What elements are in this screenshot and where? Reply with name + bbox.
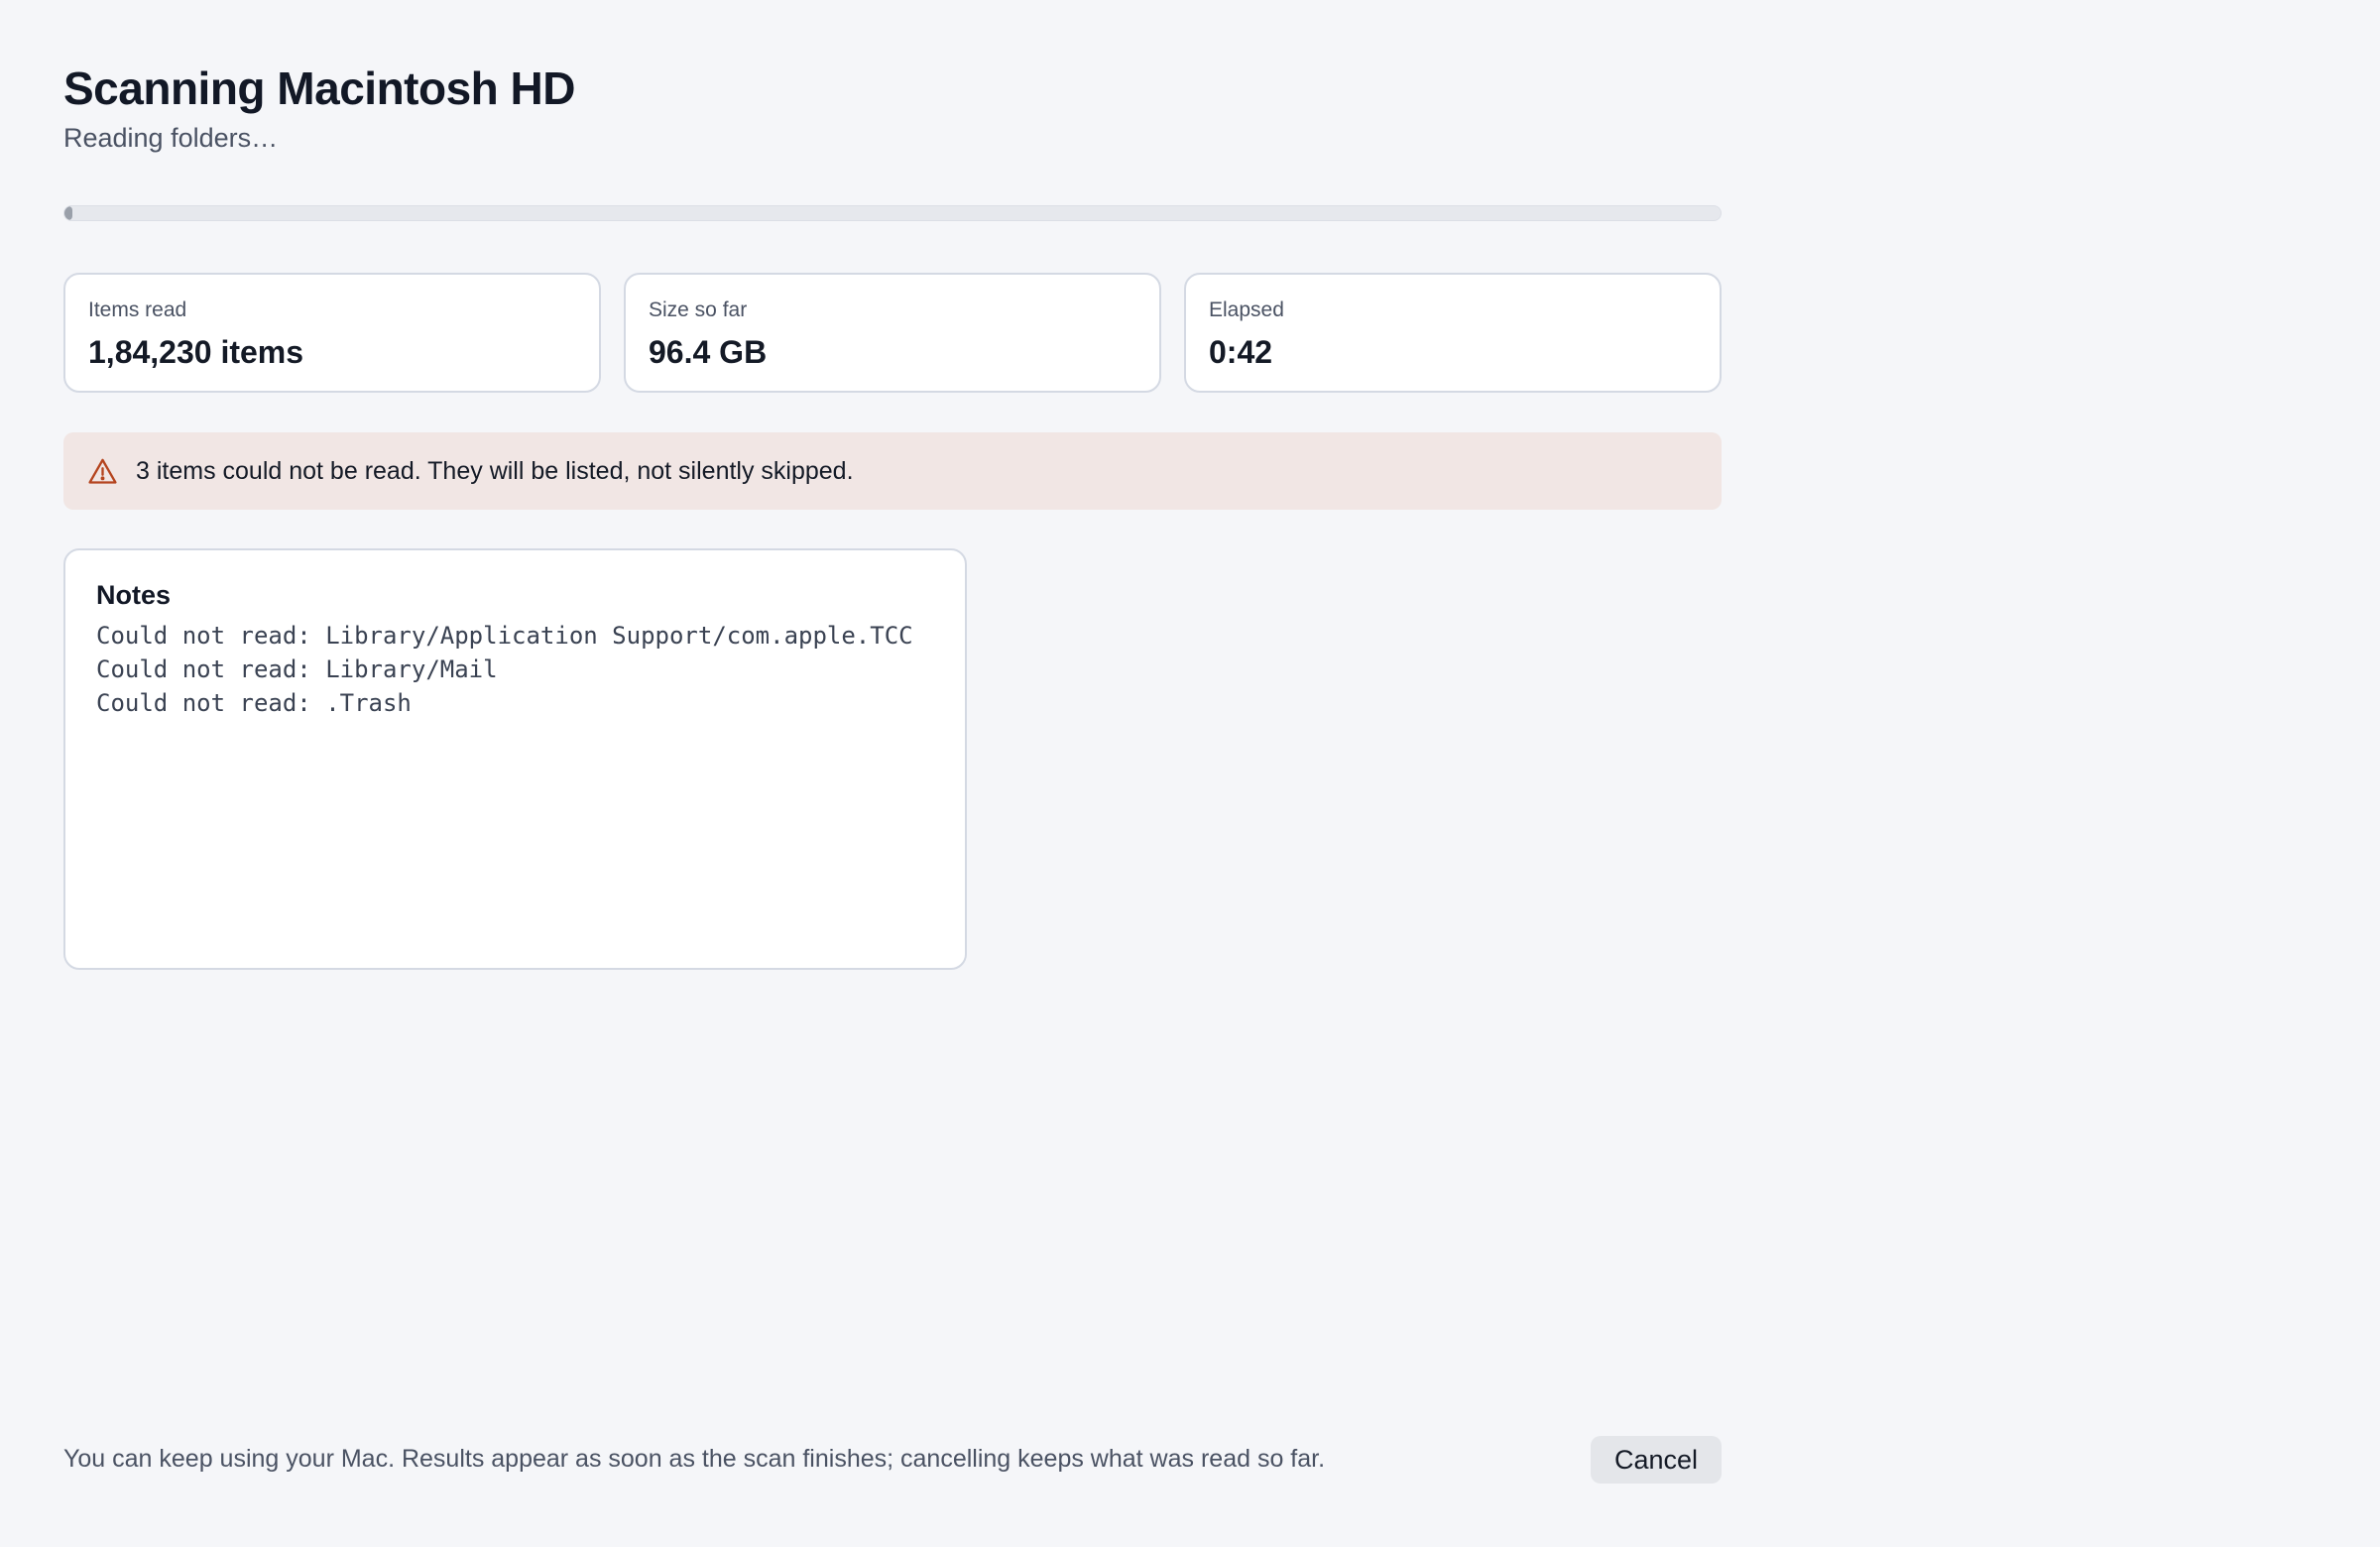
unreadable-items-warning: 3 items could not be read. They will be … xyxy=(63,432,1722,510)
warning-message: 3 items could not be read. They will be … xyxy=(136,456,854,485)
stat-label: Elapsed xyxy=(1209,298,1284,321)
scan-progress-bar xyxy=(63,205,1722,221)
stat-value: 1,84,230 items xyxy=(88,334,304,370)
note-line: Could not read: Library/Application Supp… xyxy=(96,622,913,650)
scan-progress-page: Scanning Macintosh HD Reading folders… I… xyxy=(63,0,1722,1547)
stat-value: 96.4 GB xyxy=(649,334,768,370)
stat-label: Items read xyxy=(88,298,187,321)
status-subtitle: Reading folders… xyxy=(63,123,279,153)
stats-row: Items read 1,84,230 items Size so far 96… xyxy=(63,273,1722,393)
stat-card-elapsed: Elapsed 0:42 xyxy=(1184,273,1722,393)
footer-info-text: You can keep using your Mac. Results app… xyxy=(63,1445,1326,1473)
note-line: Could not read: .Trash xyxy=(96,689,412,717)
cancel-button[interactable]: Cancel xyxy=(1591,1436,1722,1484)
notes-list: Could not read: Library/Application Supp… xyxy=(96,619,935,720)
notes-panel: Notes Could not read: Library/Applicatio… xyxy=(63,548,967,970)
stat-value: 0:42 xyxy=(1209,334,1273,370)
page-title: Scanning Macintosh HD xyxy=(63,62,575,114)
note-line: Could not read: Library/Mail xyxy=(96,655,498,683)
stat-card-items-read: Items read 1,84,230 items xyxy=(63,273,601,393)
notes-title: Notes xyxy=(96,580,172,610)
stat-label: Size so far xyxy=(649,298,748,321)
stat-card-size-so-far: Size so far 96.4 GB xyxy=(624,273,1161,393)
scan-progress-fill xyxy=(64,206,73,220)
warning-triangle-icon xyxy=(87,456,118,487)
